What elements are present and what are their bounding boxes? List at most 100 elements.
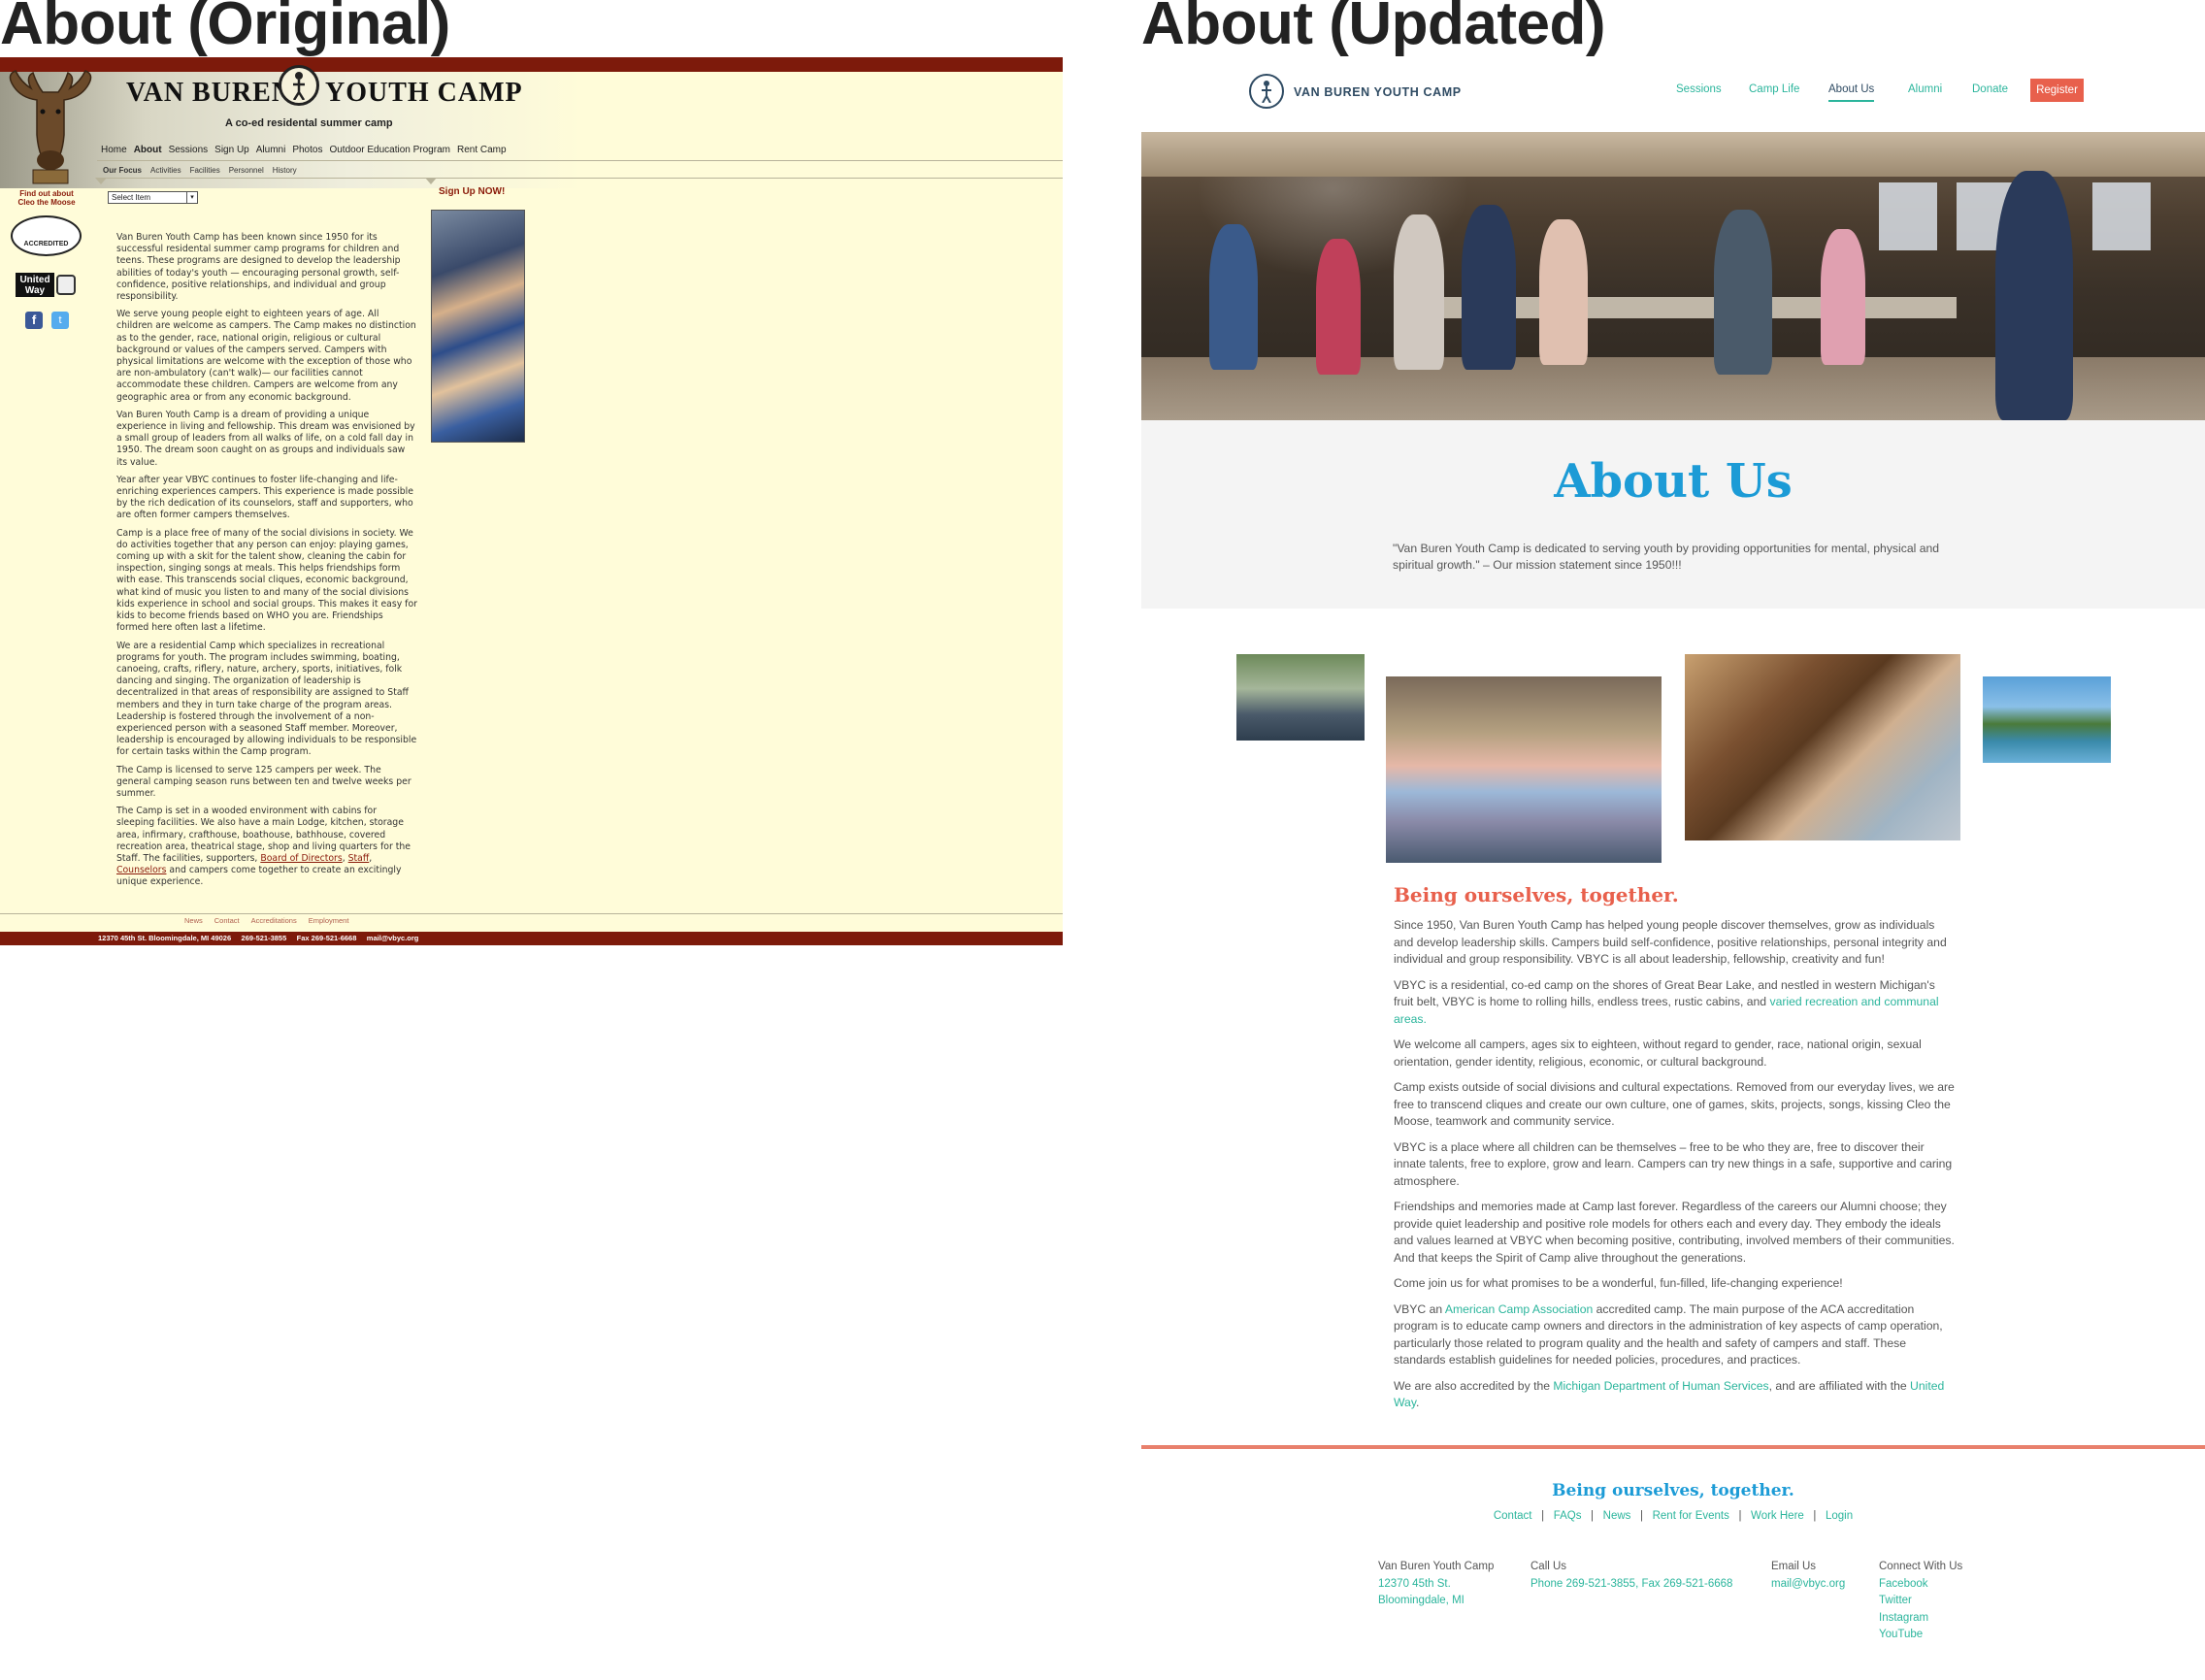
- footer-divider: [0, 913, 1063, 914]
- email-link[interactable]: mail@vbyc.org: [1771, 1576, 1845, 1594]
- nav-rent-camp[interactable]: Rent Camp: [457, 145, 507, 160]
- original-screenshot: VAN BUREN YOUTH CAMP A co-ed residental …: [0, 57, 1063, 945]
- nav-outdoor-education[interactable]: Outdoor Education Program: [329, 145, 450, 160]
- nav-alumni[interactable]: Alumni: [1908, 83, 1942, 95]
- nav-alumni[interactable]: Alumni: [256, 145, 286, 160]
- board-of-directors-link[interactable]: Board of Directors: [260, 853, 342, 864]
- twitter-link[interactable]: Twitter: [1879, 1593, 1962, 1610]
- subnav-divider: [97, 178, 1063, 179]
- paragraph-facilities: The Camp is set in a wooded environment …: [116, 806, 417, 888]
- paragraph: The Camp is licensed to serve 125 camper…: [116, 764, 411, 799]
- paragraph: VBYC is a residential, co-ed camp on the…: [1394, 977, 1957, 1029]
- gallery-photo-lake[interactable]: [1983, 676, 2111, 763]
- subnav-facilities[interactable]: Facilities: [190, 166, 220, 175]
- brand-name[interactable]: VAN BUREN YOUTH CAMP: [1294, 85, 1462, 99]
- footer-news-link[interactable]: News: [184, 916, 203, 925]
- footer-news-link[interactable]: News: [1603, 1510, 1631, 1522]
- youtube-link[interactable]: YouTube: [1879, 1627, 1962, 1644]
- select-item-dropdown[interactable]: Select Item ▾: [108, 191, 198, 204]
- paragraph: VBYC is a place where all children can b…: [1394, 1139, 1953, 1188]
- camp-title: VAN BUREN YOUTH CAMP: [126, 78, 522, 109]
- instagram-link[interactable]: Instagram: [1879, 1610, 1962, 1628]
- footer-label: Call Us: [1530, 1561, 1567, 1572]
- hero-window: [1879, 182, 1937, 250]
- original-heading: About (Original): [0, 0, 450, 57]
- hero-person: [1209, 224, 1258, 370]
- paragraph: VBYC an American Camp Association accred…: [1394, 1301, 1957, 1369]
- camp-title-left: VAN BUREN: [126, 78, 293, 108]
- address-line-2[interactable]: Bloomingdale, MI: [1378, 1593, 1494, 1610]
- footer-rent-link[interactable]: Rent for Events: [1653, 1510, 1729, 1522]
- staff-link[interactable]: Staff: [348, 853, 370, 864]
- nav-camp-life[interactable]: Camp Life: [1749, 83, 1799, 95]
- counselors-link[interactable]: Counselors: [116, 865, 166, 875]
- left-divider-arrow: [95, 178, 107, 184]
- para-text: , and are affiliated with the: [1768, 1378, 1911, 1393]
- footer-email: Email Us mail@vbyc.org: [1771, 1559, 1845, 1593]
- separator: |: [1591, 1510, 1595, 1522]
- michigan-dhs-link[interactable]: Michigan Department of Human Services: [1553, 1379, 1768, 1393]
- hero-person: [1995, 171, 2073, 420]
- about-body-text: Van Buren Youth Camp has been known sinc…: [116, 232, 417, 895]
- sign-up-now-link[interactable]: Sign Up NOW!: [439, 186, 505, 197]
- chevron-down-icon: ▾: [186, 192, 197, 203]
- moose-head-icon: [9, 70, 92, 184]
- page-title: About Us: [1554, 454, 1793, 509]
- cleo-moose-link[interactable]: Find out about Cleo the Moose: [10, 189, 83, 207]
- aca-accredited-badge[interactable]: ACCREDITED: [11, 215, 82, 256]
- hero-window: [2092, 182, 2151, 250]
- footer-faqs-link[interactable]: FAQs: [1554, 1510, 1582, 1522]
- subnav-personnel[interactable]: Personnel: [229, 166, 264, 175]
- gallery-photo-girls[interactable]: [1386, 676, 1662, 863]
- nav-donate[interactable]: Donate: [1972, 83, 2008, 95]
- nav-about[interactable]: About: [134, 145, 162, 160]
- footer-links: Contact | FAQs | News | Rent for Events …: [1141, 1510, 2205, 1522]
- footer-address: Van Buren Youth Camp 12370 45th St. Bloo…: [1378, 1559, 1494, 1610]
- hero-person: [1821, 229, 1865, 365]
- hero-person: [1316, 239, 1361, 375]
- nav-photos[interactable]: Photos: [292, 145, 322, 160]
- nav-divider: [97, 160, 1063, 161]
- subnav-our-focus[interactable]: Our Focus: [103, 166, 142, 175]
- paragraph: We are also accredited by the Michigan D…: [1394, 1378, 1957, 1412]
- facebook-icon[interactable]: f: [25, 312, 43, 329]
- paragraph: We welcome all campers, ages six to eigh…: [1394, 1038, 1922, 1069]
- footer-work-link[interactable]: Work Here: [1751, 1510, 1804, 1522]
- footer-label: Email Us: [1771, 1561, 1817, 1572]
- nav-sessions[interactable]: Sessions: [169, 145, 209, 160]
- hero-photo: [1141, 132, 2205, 420]
- aca-label: ACCREDITED: [23, 241, 69, 247]
- nav-about-us[interactable]: About Us: [1828, 83, 1875, 102]
- separator: |: [1738, 1510, 1742, 1522]
- hero-person: [1394, 214, 1444, 370]
- footer-phone: Call Us Phone 269-521-3855, Fax 269-521-…: [1530, 1559, 1732, 1593]
- footer-contact-bar: 12370 45th St. Bloomingdale, MI 49026 26…: [0, 932, 1063, 945]
- subnav-activities[interactable]: Activities: [150, 166, 181, 175]
- right-divider-arrow: [425, 178, 437, 184]
- united-way-logo[interactable]: United Way: [16, 273, 54, 297]
- footer-contact-link[interactable]: Contact: [1494, 1510, 1532, 1522]
- facebook-link[interactable]: Facebook: [1879, 1576, 1962, 1594]
- main-nav: Home About Sessions Sign Up Alumni Photo…: [101, 145, 509, 160]
- seal-icon: [56, 275, 76, 295]
- register-button[interactable]: Register: [2030, 79, 2084, 102]
- phone-link[interactable]: Phone 269-521-3855, Fax 269-521-6668: [1530, 1576, 1732, 1594]
- gallery-photo-cleo-moose[interactable]: [1685, 654, 1960, 840]
- footer-accreditations-link[interactable]: Accreditations: [251, 916, 297, 925]
- footer-employment-link[interactable]: Employment: [309, 916, 349, 925]
- nav-home[interactable]: Home: [101, 145, 127, 160]
- paragraph: Friendships and memories made at Camp la…: [1394, 1200, 1955, 1265]
- twitter-icon[interactable]: t: [51, 312, 69, 329]
- aca-link[interactable]: American Camp Association: [1445, 1302, 1593, 1316]
- subnav-history[interactable]: History: [273, 166, 297, 175]
- footer-label: Van Buren Youth Camp: [1378, 1561, 1495, 1572]
- footer-login-link[interactable]: Login: [1826, 1510, 1853, 1522]
- paragraph: Camp exists outside of social divisions …: [1394, 1080, 1955, 1128]
- paragraph: Year after year VBYC continues to foster…: [116, 474, 413, 521]
- gallery-photo-campfire[interactable]: [1236, 654, 1365, 741]
- nav-sessions[interactable]: Sessions: [1676, 83, 1722, 95]
- nav-sign-up[interactable]: Sign Up: [214, 145, 249, 160]
- separator: |: [1813, 1510, 1817, 1522]
- address-line-1[interactable]: 12370 45th St.: [1378, 1576, 1494, 1594]
- footer-contact-link[interactable]: Contact: [214, 916, 240, 925]
